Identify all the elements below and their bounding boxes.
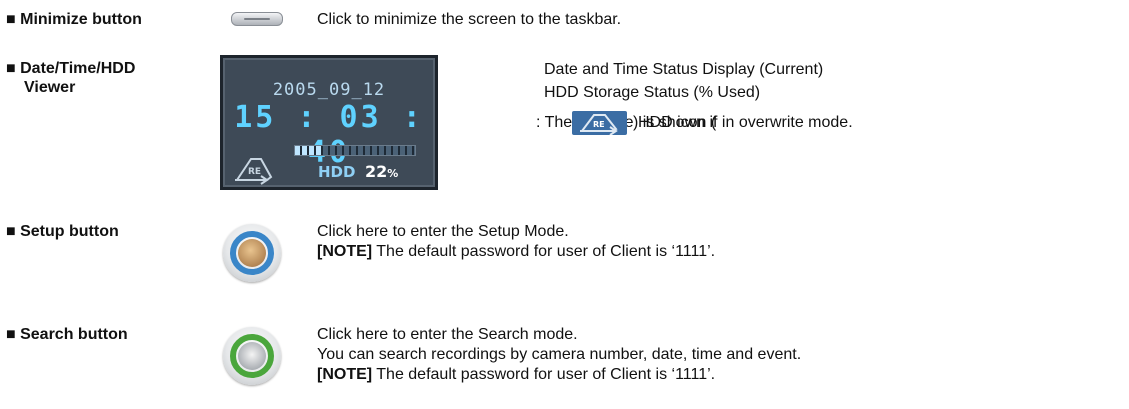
recycle-desc-after: ) is shown if in overwrite mode. bbox=[633, 114, 853, 131]
setup-note-text: The default password for user of Client … bbox=[372, 243, 716, 260]
search-note-text: The default password for user of Client … bbox=[372, 366, 716, 383]
minimize-button[interactable] bbox=[231, 12, 283, 26]
recycle-hdd-icon: RE bbox=[235, 158, 273, 185]
hdd-percent: 22% bbox=[365, 162, 398, 181]
search-note: [NOTE] The default password for user of … bbox=[317, 365, 715, 384]
search-label: ■ Search button bbox=[6, 326, 128, 343]
search-note-tag: [NOTE] bbox=[317, 366, 373, 383]
re-icon-text: RE bbox=[248, 167, 261, 177]
search-desc-line1: Click here to enter the Search mode. bbox=[317, 326, 578, 343]
viewer-label-line2: Viewer bbox=[24, 79, 76, 96]
setup-note-tag: [NOTE] bbox=[317, 243, 373, 260]
search-desc-line2: You can search recordings by camera numb… bbox=[317, 346, 802, 363]
setup-ring bbox=[230, 231, 274, 275]
hdd-percent-value: 22 bbox=[365, 162, 388, 181]
search-button[interactable] bbox=[223, 327, 281, 385]
viewer-desc-line2: HDD Storage Status (% Used) bbox=[544, 84, 761, 101]
inline-re-icon-text: RE bbox=[593, 120, 605, 129]
setup-label: ■ Setup button bbox=[6, 223, 119, 240]
minimize-label: ■ Minimize button bbox=[6, 11, 142, 28]
minimize-icon bbox=[244, 18, 270, 20]
setup-note: [NOTE] The default password for user of … bbox=[317, 242, 715, 261]
viewer-date: 2005_09_12 bbox=[272, 80, 386, 100]
hdd-usage-bar-fill bbox=[295, 146, 322, 155]
viewer-desc-line1: Date and Time Status Display (Current) bbox=[544, 61, 824, 78]
viewer-label-line1: ■ Date/Time/HDD bbox=[6, 60, 136, 77]
setup-icon bbox=[238, 239, 266, 267]
hdd-label: HDD bbox=[318, 163, 356, 181]
hdd-percent-unit: % bbox=[387, 167, 399, 180]
search-ring bbox=[230, 334, 274, 378]
setup-button[interactable] bbox=[223, 224, 281, 282]
setup-desc-line1: Click here to enter the Setup Mode. bbox=[317, 223, 569, 240]
recycle-hdd-inline-icon: RE bbox=[572, 111, 627, 136]
minimize-description: Click to minimize the screen to the task… bbox=[317, 11, 622, 28]
viewer-label: ■ Date/Time/HDD Viewer bbox=[6, 59, 135, 97]
date-time-hdd-viewer: 2005_09_12 15 : 03 : 40 HDD 22% RE bbox=[220, 55, 438, 190]
hdd-usage-bar bbox=[294, 145, 416, 156]
search-icon bbox=[238, 342, 266, 370]
